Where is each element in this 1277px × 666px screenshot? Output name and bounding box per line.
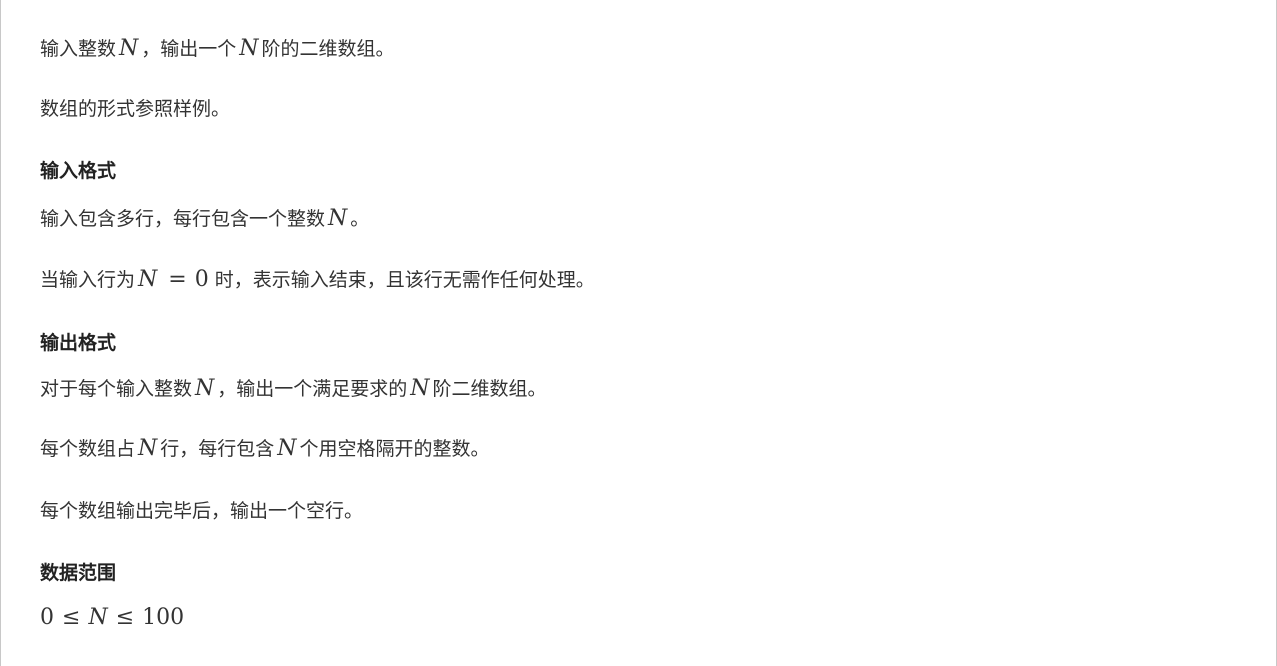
intro-line-1: 输入整数 N ，输出一个 N 阶的二维数组。 [40,35,395,63]
intro-text: ，输出一个 [141,38,237,60]
math-number: 100 [142,605,185,630]
math-var-n: N [195,376,215,401]
input-text: 时，表示输入结束，且该行无需作任何处理。 [214,269,595,291]
data-range-heading: 数据范围 [40,562,117,584]
intro-line-2: 数组的形式参照样例。 [40,98,231,120]
math-var-n: N [88,605,108,630]
math-number: 0 [194,267,209,292]
input-text: 当输入行为 [40,269,136,291]
math-leq: ≤ [62,605,81,630]
output-text: 每个数组占 [40,438,136,460]
input-text: 输入包含多行，每行包含一个整数 [40,208,326,230]
problem-panel: 输入整数 N ，输出一个 N 阶的二维数组。 数组的形式参照样例。 输入格式 输入包含多… [0,0,1277,666]
output-text: 个用空格隔开的整数。 [299,438,490,460]
data-range-formula: 0 ≤ N ≤100 [40,604,184,632]
math-var-n: N [328,206,348,231]
output-text: 对于每个输入整数 [40,378,193,400]
input-format-heading: 输入格式 [40,160,117,182]
math-equals: = [168,267,187,292]
output-text: ，输出一个满足要求的 [217,378,408,400]
output-text: 阶二维数组。 [432,378,547,400]
math-var-n: N [277,436,297,461]
output-line-1: 对于每个输入整数 N ，输出一个满足要求的 N 阶二维数组。 [40,375,547,403]
input-line-1: 输入包含多行，每行包含一个整数 N。 [40,205,369,233]
math-leq: ≤ [115,605,135,630]
output-format-heading: 输出格式 [40,332,117,354]
intro-text: 输入整数 [40,38,117,60]
input-text: 。 [350,208,370,230]
math-number: 0 [40,605,54,630]
intro-text: 阶的二维数组。 [261,38,395,60]
output-line-3: 每个数组输出完毕后，输出一个空行。 [40,500,364,522]
output-text: 行，每行包含 [160,438,275,460]
math-var-n: N [138,436,158,461]
math-var-n: N [138,267,158,292]
math-var-n: N [119,36,139,61]
math-var-n: N [410,376,430,401]
input-line-2: 当输入行为 N = 0 时，表示输入结束，且该行无需作任何处理。 [40,266,595,294]
output-line-2: 每个数组占 N 行，每行包含 N 个用空格隔开的整数。 [40,435,490,463]
math-var-n: N [239,36,259,61]
